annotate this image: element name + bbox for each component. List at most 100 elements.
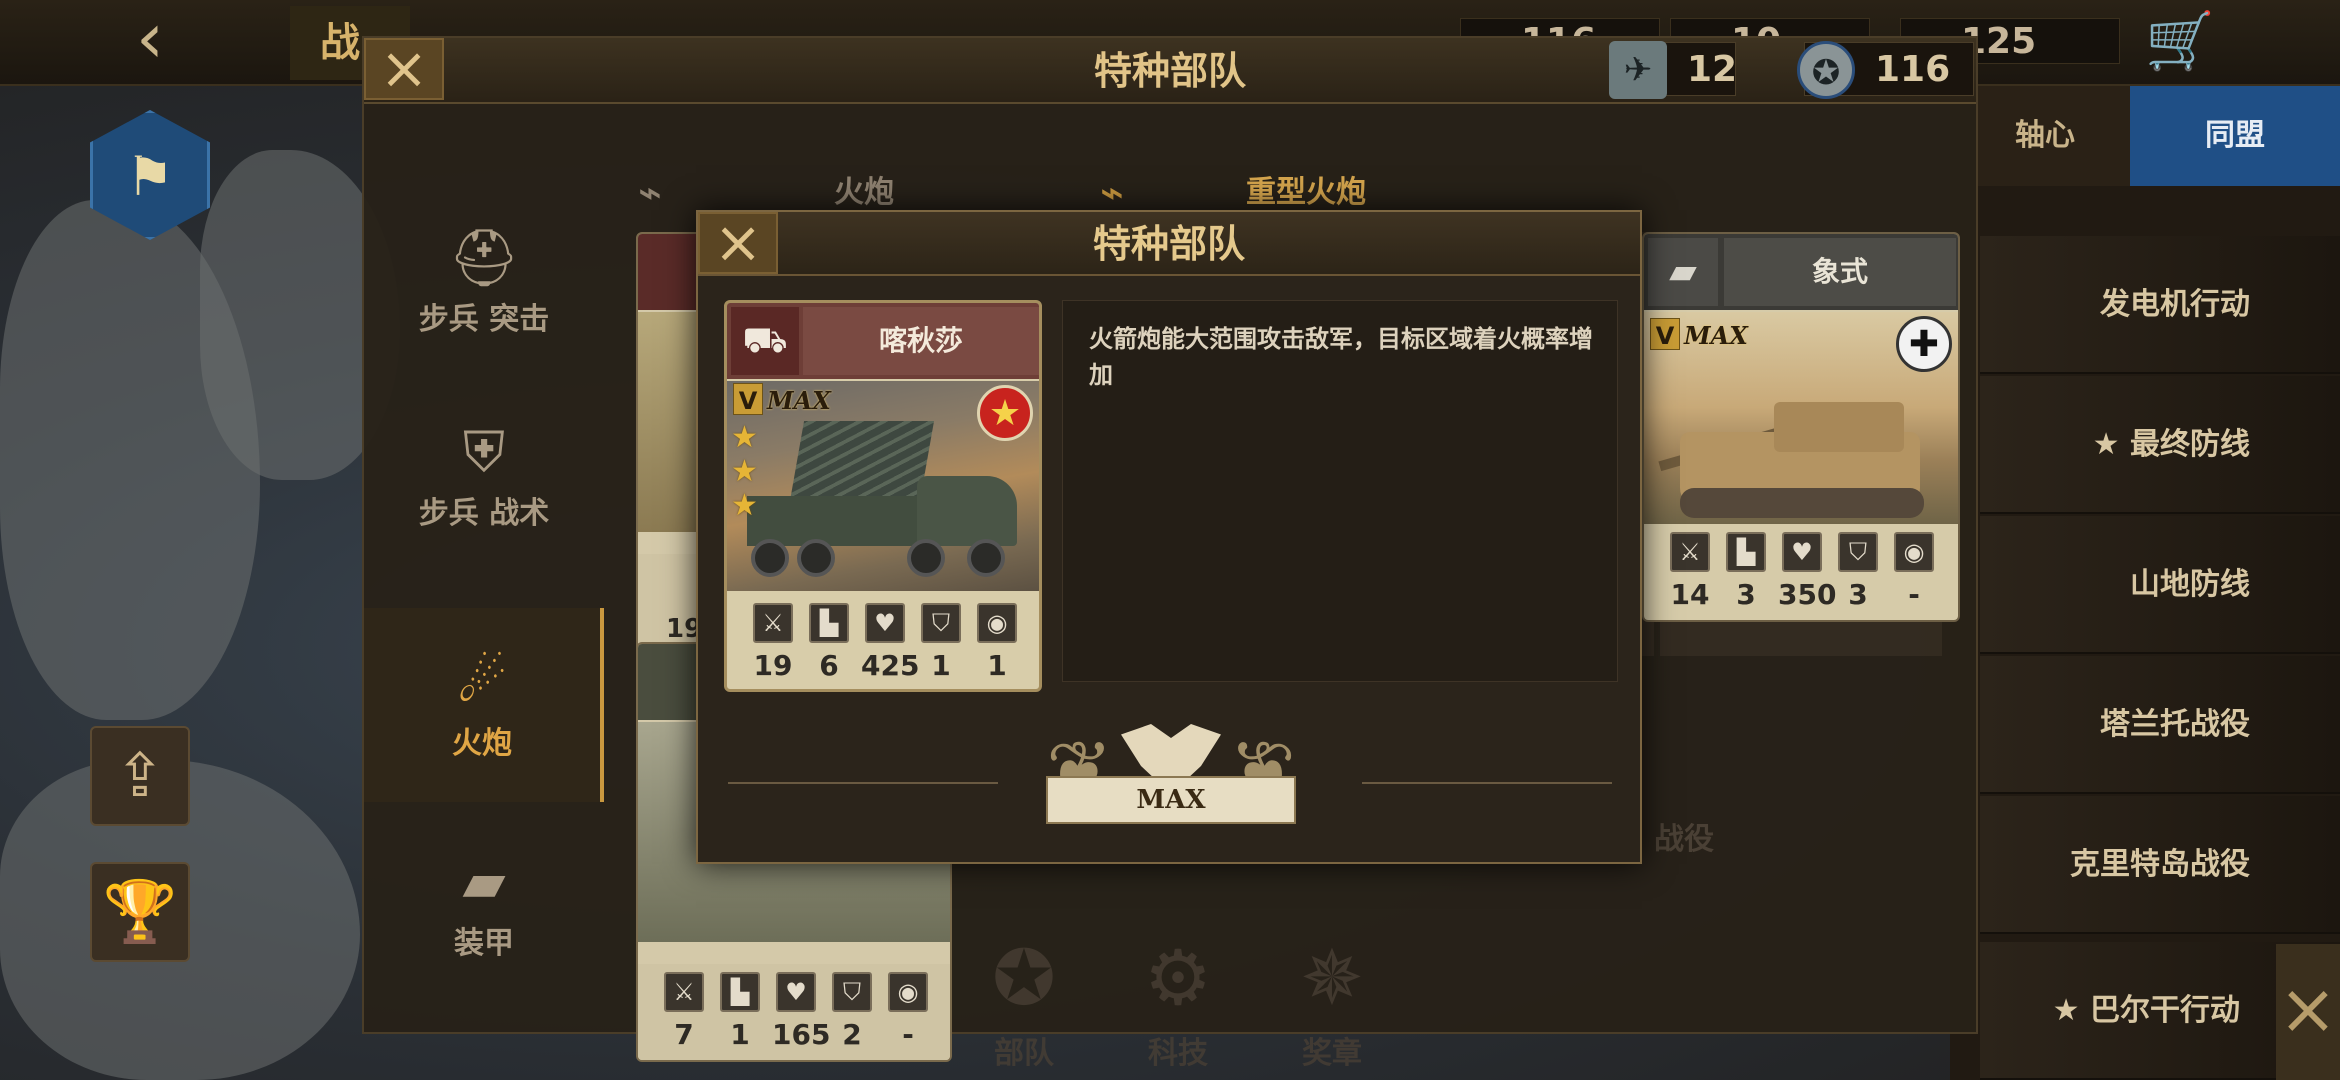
trophy-button[interactable]: 🏆: [90, 862, 190, 962]
stat-defense: ⛉ 1: [917, 595, 965, 682]
max-level-badge: ❦ ❦ MAX: [1046, 716, 1296, 836]
star-icon: ★: [731, 420, 758, 455]
card-stats: ⚔ 19 ▙ 6 ♥ 425 ⛉ 1 ◉ 1: [727, 595, 1039, 689]
shield-icon: ⛉: [832, 972, 872, 1012]
tank-track: [1680, 488, 1924, 518]
heart-icon: ♥: [1782, 532, 1822, 572]
close-icon[interactable]: ×: [698, 212, 778, 274]
unit-description: 火箭炮能大范围攻击敌军，目标区域着火概率增加: [1089, 325, 1593, 389]
background-text: 战役: [1654, 822, 1714, 857]
dialog-title: 特种部队: [1092, 222, 1245, 266]
stat-move: ▙ 3: [1722, 524, 1770, 611]
panel-close-icon[interactable]: ×: [2276, 944, 2340, 1080]
category-label: 火炮: [452, 726, 512, 761]
unit-card-elefant[interactable]: ▰ 象式 V MAX ✚ ⚔ 14 ▙ 3 ♥ 350 ⛉ 3 ◉ -: [1642, 232, 1960, 622]
game-screen: ‹ 战 116 10 125 🛒 ⚑ ⇪ 🏆 轴心 同盟 发电机行动 ★ 最终防…: [0, 0, 2340, 1080]
rocket-truck-icon: ⛟: [731, 307, 799, 375]
stat-value: 165: [772, 1018, 831, 1051]
level-badge: V MAX: [1650, 318, 1748, 352]
category-label: 步兵 突击: [418, 302, 550, 337]
boot-icon: ▙: [720, 972, 760, 1012]
medal-icon: ✵: [1300, 933, 1364, 1022]
cannon-icon: ☄: [456, 650, 508, 715]
campaign-item[interactable]: ★ 最终防线: [1980, 376, 2340, 514]
share-button[interactable]: ⇪: [90, 726, 190, 826]
shop-cart-icon[interactable]: 🛒: [2140, 8, 2220, 78]
campaign-item[interactable]: 克里特岛战役: [1980, 796, 2340, 934]
helmet-icon: ⛑: [448, 226, 520, 291]
tab-allies[interactable]: 同盟: [2130, 86, 2340, 186]
unit-card-katyusha: ⛟ 喀秋莎 V MAX ★ ★ ★ ★ ⚔ 19 ▙ 6 ♥ 425 ⛉ 1 ◉…: [724, 300, 1042, 692]
tank-icon: ▰: [1648, 238, 1718, 306]
close-icon[interactable]: ×: [364, 38, 444, 100]
medals-label: 奖章: [1302, 1036, 1362, 1071]
back-button[interactable]: ‹: [110, 3, 190, 78]
dialog-header: 特种部队 ×: [698, 212, 1640, 276]
stat-value: 2: [842, 1018, 862, 1051]
campaign-item[interactable]: 发电机行动: [1980, 236, 2340, 374]
card-stats: ⚔ 14 ▙ 3 ♥ 350 ⛉ 3 ◉ -: [1644, 524, 1958, 620]
heart-icon: ♥: [776, 972, 816, 1012]
eye-icon: ◉: [1894, 532, 1934, 572]
truck-bed: [747, 496, 937, 546]
divider: [728, 782, 998, 784]
troops-button[interactable]: ✪ 部队: [964, 928, 1084, 1071]
truck-wheel: [907, 539, 945, 577]
boot-icon: ▙: [1726, 532, 1766, 572]
truck-wheel: [797, 539, 835, 577]
description-box: 火箭炮能大范围攻击敌军，目标区域着火概率增加: [1062, 300, 1618, 682]
tab-axis[interactable]: 轴心: [1950, 86, 2140, 186]
stat-hp: ♥ 165: [772, 964, 831, 1051]
stat-value: 6: [819, 649, 839, 682]
unit-card-count: 12: [1687, 49, 1738, 90]
stat-value: 425: [861, 649, 920, 682]
stat-defense: ⛉ 2: [828, 964, 876, 1051]
stat-value: 14: [1670, 578, 1710, 611]
star-icon: ★: [731, 488, 758, 523]
stat-move: ▙ 1: [716, 964, 764, 1051]
stat-value: 350: [1778, 578, 1837, 611]
stat-value: 1: [931, 649, 951, 682]
stat-vision: ◉ 1: [973, 595, 1021, 682]
level-v: V: [1650, 318, 1680, 350]
gear-icon: ⚙: [1143, 933, 1213, 1022]
sword-icon: ⚔: [753, 603, 793, 643]
troops-label: 部队: [994, 1036, 1054, 1071]
stat-defense: ⛉ 3: [1834, 524, 1882, 611]
boot-icon: ▙: [809, 603, 849, 643]
stat-hp: ♥ 350: [1778, 524, 1837, 611]
soviet-star-icon: ★: [977, 385, 1033, 441]
medal-icon: ✪: [1797, 41, 1855, 99]
card-stats: ⚔ 7 ▙ 1 ♥ 165 ⛉ 2 ◉ -: [638, 964, 950, 1060]
stat-value: -: [1908, 578, 1920, 611]
category-artillery[interactable]: ☄ 火炮: [364, 608, 604, 802]
stat-attack: ⚔ 14: [1666, 524, 1714, 611]
campaign-item[interactable]: 塔兰托战役: [1980, 656, 2340, 794]
shield-icon: ⛉: [1838, 532, 1878, 572]
tech-button[interactable]: ⚙ 科技: [1118, 928, 1238, 1071]
level-max: MAX: [767, 386, 831, 415]
medals-button[interactable]: ✵ 奖章: [1272, 928, 1392, 1071]
stat-vision: ◉ -: [1890, 524, 1938, 611]
sword-icon: ⚔: [664, 972, 704, 1012]
rocket-rack: [789, 421, 935, 501]
eye-icon: ◉: [977, 603, 1017, 643]
stat-vision: ◉ -: [884, 964, 932, 1051]
category-label: 步兵 战术: [418, 496, 550, 531]
medal-count: 116: [1875, 49, 1951, 90]
stat-value: 3: [1848, 578, 1868, 611]
category-infantry-tactics[interactable]: ⛨ 步兵 战术: [364, 378, 604, 572]
unit-card-counter: ✈ 12: [1609, 41, 1738, 99]
tank-superstructure: [1774, 402, 1904, 452]
level-max: MAX: [1684, 321, 1748, 350]
tech-label: 科技: [1148, 1036, 1208, 1071]
star-icon: ★: [731, 454, 758, 489]
category-armor[interactable]: ▰ 装甲: [364, 808, 604, 1002]
category-infantry-assault[interactable]: ⛑ 步兵 突击: [364, 184, 604, 378]
unit-detail-dialog: 特种部队 × ⛟ 喀秋莎 V MAX ★ ★ ★ ★ ⚔ 19 ▙ 6 ♥ 42…: [696, 210, 1642, 864]
cannon-icon: ⌁: [638, 170, 663, 216]
star-rating: ★ ★ ★: [731, 421, 758, 523]
unit-name: 象式: [1724, 238, 1956, 306]
unit-card-icon: ✈: [1609, 41, 1667, 99]
campaign-item[interactable]: 山地防线: [1980, 516, 2340, 654]
